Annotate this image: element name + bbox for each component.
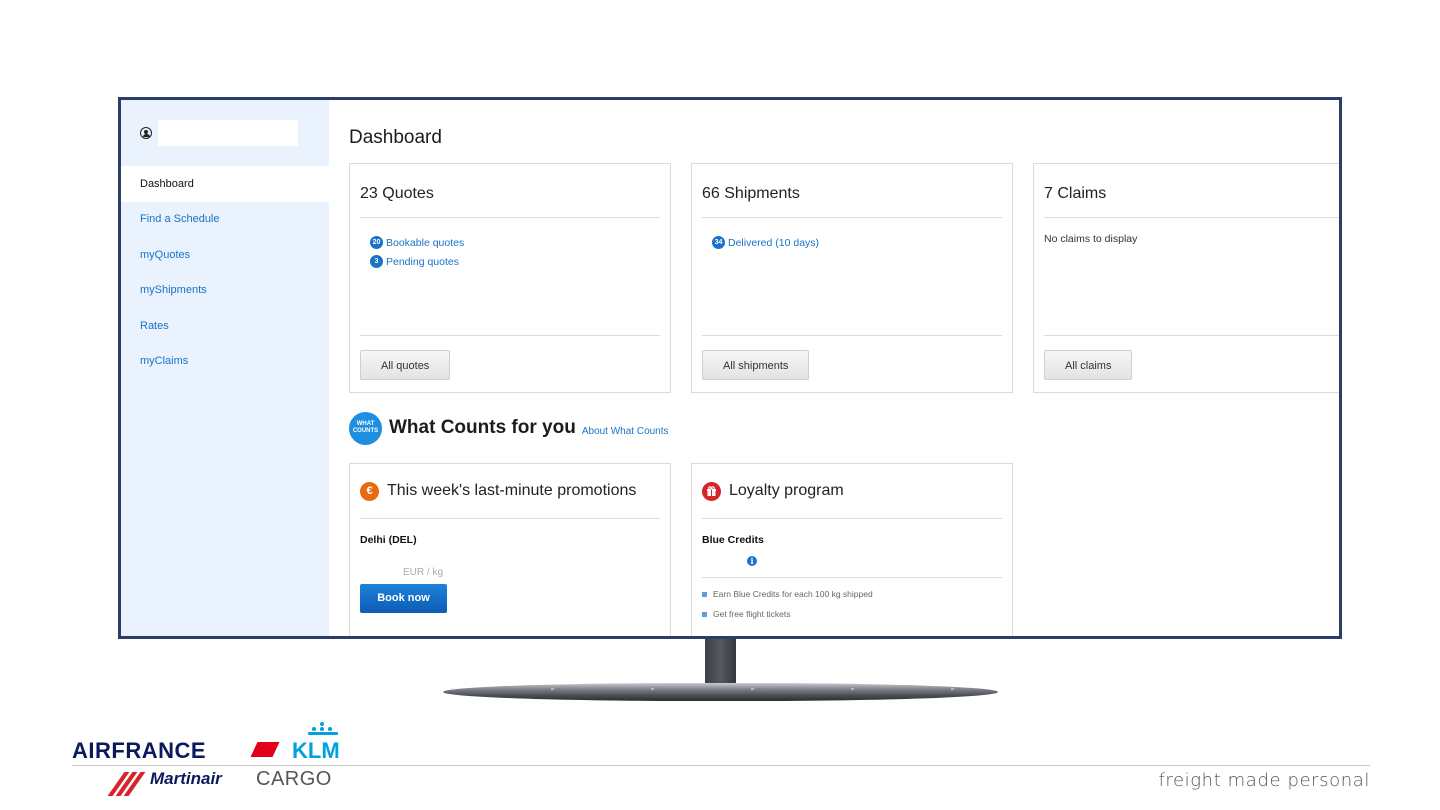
app-screen: Dashboard Find a Schedule myQuotes myShi… [121,100,1339,636]
sidebar-item-dashboard[interactable]: Dashboard [121,166,329,202]
what-counts-logo: WHAT COUNTS [349,411,382,445]
count-badge: 3 [370,255,383,268]
airfrance-klm-martinair-logo: AIRFRANCE KLM Martinair CARGO [72,722,362,800]
what-counts-cards: € This week's last-minute promotions Del… [349,463,1339,636]
what-counts-header: WHAT COUNTS What Counts for you About Wha… [349,393,1339,463]
blue-credits-label: Blue Credits [702,534,764,546]
benefit-text: Earn Blue Credits for each 100 kg shippe… [713,589,873,599]
claims-card-title: 7 Claims [1044,164,1339,218]
loyalty-title: Loyalty program [729,482,844,499]
about-what-counts-link[interactable]: About What Counts [582,426,669,437]
promotion-destination: Delhi (DEL) [360,534,417,546]
info-icon[interactable]: i [747,556,757,566]
claims-card-body: No claims to display [1044,218,1339,335]
monitor-stand-neck [705,639,736,685]
user-name-redacted [158,120,298,146]
main-content: Dashboard 23 Quotes 20 Bookable quotes 3… [329,100,1339,636]
no-claims-text: No claims to display [1044,233,1138,245]
sidebar-item-myclaims[interactable]: myClaims [121,344,329,380]
quotes-card-title: 23 Quotes [360,164,660,218]
pending-quotes-link[interactable]: 3 Pending quotes [370,252,660,271]
promotions-title: This week's last-minute promotions [387,482,637,499]
shipments-card-body: 34 Delivered (10 days) [702,218,1002,335]
summary-cards: 23 Quotes 20 Bookable quotes 3 Pending q… [349,163,1339,393]
bullet-icon [702,611,707,617]
link-label: Delivered (10 days) [728,236,820,249]
book-now-button[interactable]: Book now [360,584,447,613]
delivered-shipments-link[interactable]: 34 Delivered (10 days) [712,233,1002,252]
martinair-stripes-icon [107,772,146,796]
list-item: Earn Blue Credits for each 100 kg shippe… [702,584,1002,604]
sidebar-item-myshipments[interactable]: myShipments [121,273,329,309]
promotions-card: € This week's last-minute promotions Del… [349,463,671,636]
count-badge: 34 [712,236,725,249]
loyalty-card-header: Loyalty program [702,464,1002,519]
user-icon [140,127,152,139]
cargo-wordmark: CARGO [256,768,332,790]
monitor-frame: Dashboard Find a Schedule myQuotes myShi… [118,97,1342,639]
loyalty-card: Loyalty program Blue Credits i Earn Blue… [691,463,1013,636]
all-quotes-button[interactable]: All quotes [360,350,451,380]
count-badge: 20 [370,236,383,249]
tagline: freight made personal [1158,770,1370,791]
price-unit: EUR / kg [403,567,444,578]
sidebar-item-rates[interactable]: Rates [121,308,329,344]
link-label: Pending quotes [386,255,459,268]
logo-text: COUNTS [352,428,379,434]
sidebar-item-find-schedule[interactable]: Find a Schedule [121,202,329,238]
martinair-wordmark: Martinair [150,769,222,788]
bullet-icon [702,591,707,597]
sidebar: Dashboard Find a Schedule myQuotes myShi… [121,100,329,636]
airfrance-slash-icon [250,742,280,757]
loyalty-benefits: Earn Blue Credits for each 100 kg shippe… [702,584,1002,624]
klm-crown-icon [308,722,338,736]
logo-text: WHAT [356,421,375,427]
claims-card-footer: All claims [1044,335,1339,380]
bookable-quotes-link[interactable]: 20 Bookable quotes [370,233,660,252]
what-counts-title: What Counts for you [389,417,576,438]
all-shipments-button[interactable]: All shipments [702,350,810,380]
sidebar-item-myquotes[interactable]: myQuotes [121,237,329,273]
promotions-card-header: € This week's last-minute promotions [360,464,660,519]
quotes-card-footer: All quotes [360,335,660,380]
all-claims-button[interactable]: All claims [1044,350,1133,380]
klm-wordmark: KLM [292,738,340,763]
gift-icon [702,481,721,501]
footer-divider [72,765,1370,766]
page-title: Dashboard [349,127,442,148]
monitor-stand-base [443,683,998,701]
shipments-card: 66 Shipments 34 Delivered (10 days) All … [691,163,1013,393]
shipments-card-footer: All shipments [702,335,1002,380]
quotes-card-body: 20 Bookable quotes 3 Pending quotes [360,218,660,335]
claims-card: 7 Claims No claims to display All claims [1033,163,1339,393]
euro-icon: € [360,481,379,501]
link-label: Bookable quotes [386,236,465,249]
user-account[interactable] [121,100,329,166]
airfrance-wordmark: AIRFRANCE [72,738,207,763]
divider [702,577,1002,578]
list-item: Get free flight tickets [702,604,1002,624]
benefit-text: Get free flight tickets [713,609,791,619]
shipments-card-title: 66 Shipments [702,164,1002,218]
quotes-card: 23 Quotes 20 Bookable quotes 3 Pending q… [349,163,671,393]
